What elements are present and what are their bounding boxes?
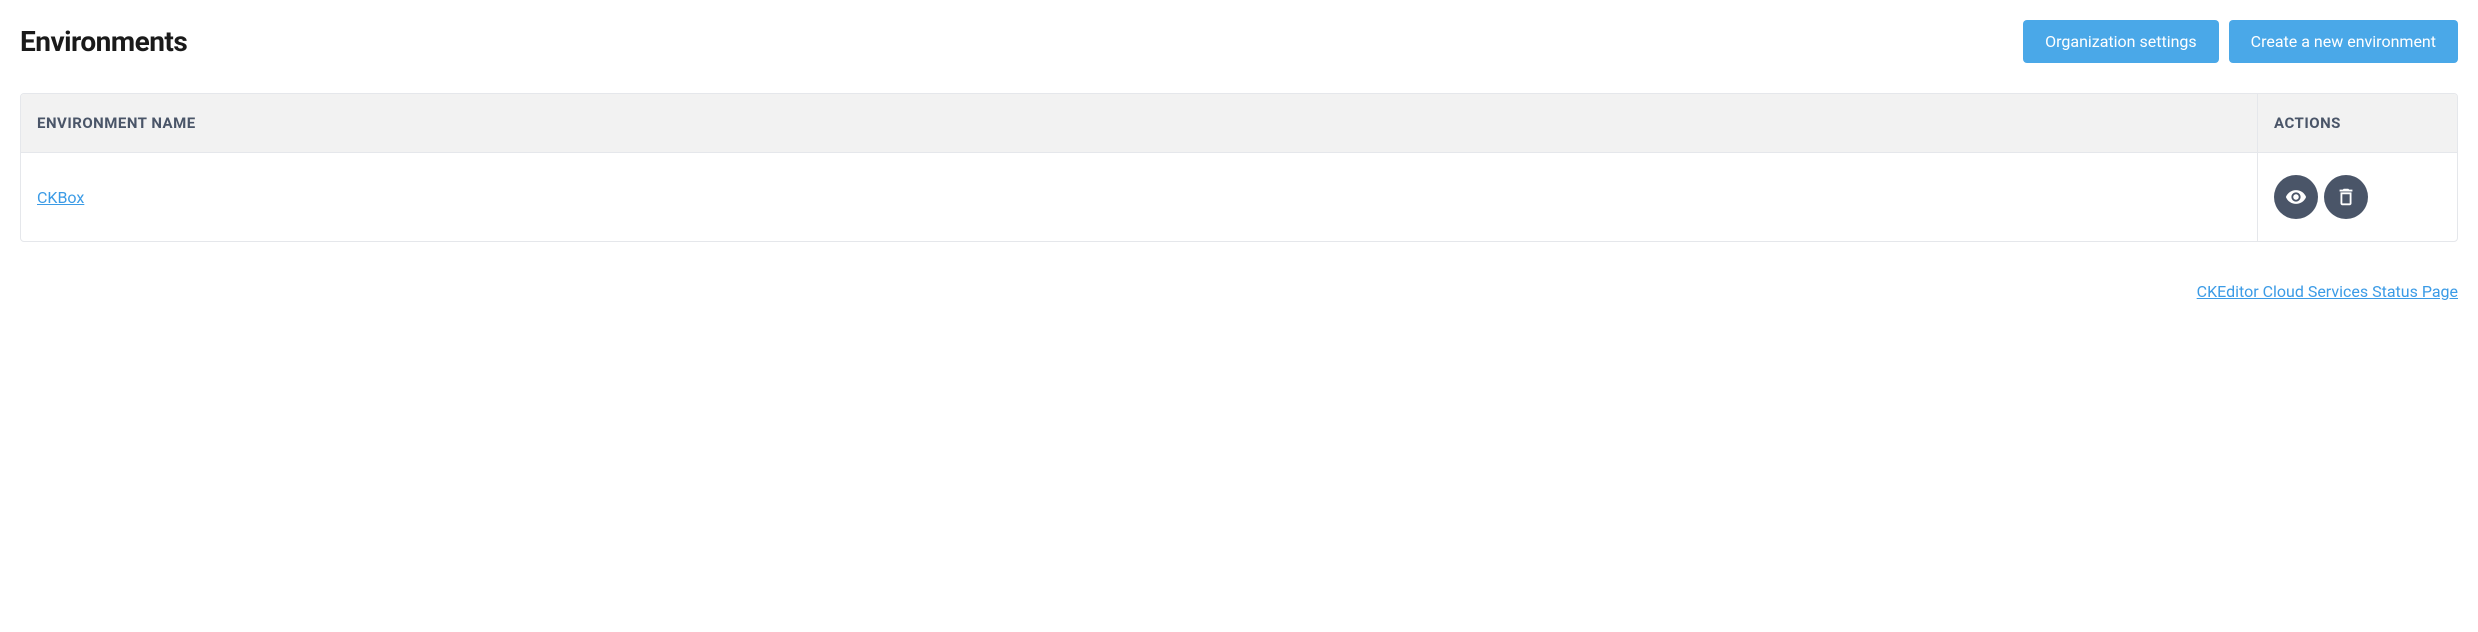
organization-settings-button[interactable]: Organization settings bbox=[2023, 20, 2219, 63]
column-header-name: ENVIRONMENT NAME bbox=[21, 94, 2257, 153]
environment-link[interactable]: CKBox bbox=[37, 188, 84, 207]
eye-icon bbox=[2285, 186, 2307, 208]
page-header: Environments Organization settings Creat… bbox=[20, 20, 2458, 63]
trash-icon bbox=[2335, 186, 2357, 208]
view-button[interactable] bbox=[2274, 175, 2318, 219]
delete-button[interactable] bbox=[2324, 175, 2368, 219]
environment-name-cell: CKBox bbox=[21, 153, 2257, 241]
page-title: Environments bbox=[20, 25, 187, 58]
footer: CKEditor Cloud Services Status Page bbox=[20, 282, 2458, 301]
environments-table: ENVIRONMENT NAME ACTIONS CKBox bbox=[20, 93, 2458, 242]
actions-cell bbox=[2257, 153, 2457, 241]
status-page-link[interactable]: CKEditor Cloud Services Status Page bbox=[2197, 282, 2458, 301]
table-header-row: ENVIRONMENT NAME ACTIONS bbox=[21, 94, 2457, 153]
table-row: CKBox bbox=[21, 153, 2457, 241]
header-buttons: Organization settings Create a new envir… bbox=[2023, 20, 2458, 63]
actions-group bbox=[2274, 175, 2441, 219]
create-environment-button[interactable]: Create a new environment bbox=[2229, 20, 2458, 63]
column-header-actions: ACTIONS bbox=[2257, 94, 2457, 153]
